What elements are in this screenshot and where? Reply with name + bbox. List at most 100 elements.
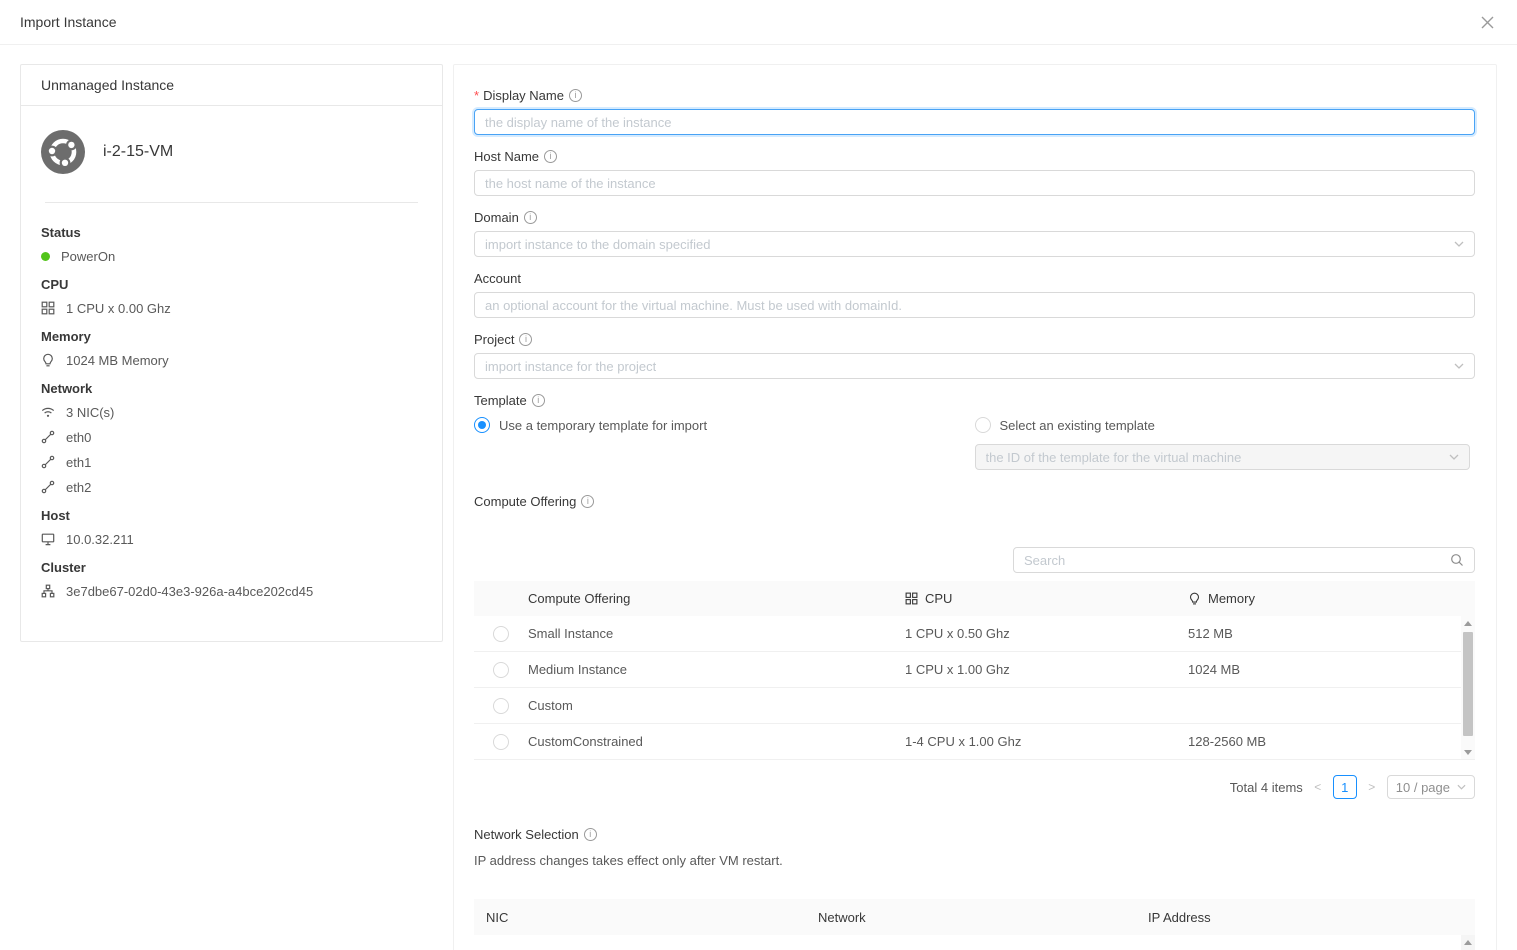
prev-page-icon[interactable]: < [1311,780,1325,794]
link-icon [41,455,55,469]
pagination: Total 4 items < 1 > 10 / page [474,775,1475,799]
search-icon[interactable] [1450,553,1464,567]
domain-label: Domain [474,210,519,225]
table-row[interactable]: Medium Instance 1 CPU x 1.00 Ghz 1024 MB [474,652,1475,688]
template-select-placeholder: the ID of the template for the virtual m… [986,450,1242,465]
scroll-up-icon[interactable] [1461,616,1475,630]
nic-count: 3 NIC(s) [66,405,114,420]
import-form: * Display Name i Host Name i Domain i [453,64,1497,950]
status-value: PowerOn [61,249,115,264]
interface-eth0: eth0 [66,430,91,445]
info-icon: i [519,333,532,346]
scroll-thumb[interactable] [1463,632,1473,736]
row-radio[interactable] [493,662,509,678]
scroll-down-icon[interactable] [1461,745,1475,759]
ubuntu-logo-icon [41,130,85,174]
col-ip-address: IP Address [1136,910,1475,925]
domain-placeholder: import instance to the domain specified [485,237,710,252]
interface-eth1: eth1 [66,455,91,470]
interface-eth2: eth2 [66,480,91,495]
network-section: Network 3 NIC(s) [41,381,422,495]
table-scrollbar[interactable] [1461,616,1475,759]
search-input[interactable] [1024,553,1450,568]
chevron-down-icon [1449,454,1459,460]
offerings-table: Compute Offering CPU [474,581,1475,760]
table-row[interactable]: Custom [474,688,1475,724]
table-row[interactable]: CustomConstrained 1-4 CPU x 1.00 Ghz 128… [474,724,1475,760]
row-radio[interactable] [493,626,509,642]
radio-icon[interactable] [474,417,490,433]
template-label: Template [474,393,527,408]
radio-temporary-template[interactable]: Use a temporary template for import [474,414,975,436]
offerings-table-header: Compute Offering CPU [474,581,1475,616]
chevron-down-icon [1454,363,1464,369]
status-section: Status PowerOn [41,225,422,264]
info-icon: i [569,89,582,102]
memory-section: Memory 1024 MB Memory [41,329,422,368]
cpu-label: CPU [41,277,422,292]
cpu-section: CPU 1 CPU x 0.00 Ghz [41,277,422,316]
table-row[interactable]: Small Instance 1 CPU x 0.50 Ghz 512 MB [474,616,1475,652]
cpu-value: 1 CPU x 0.00 Ghz [66,301,171,316]
template-select: the ID of the template for the virtual m… [975,444,1470,470]
nic-row: Network adapter 1 mac: 02:00:24:a9:00:07… [474,935,1475,950]
offering-memory: 128-2560 MB [1188,734,1475,749]
network-selection-label: Network Selection [474,827,579,842]
table-scrollbar[interactable] [1461,935,1475,950]
scroll-up-icon[interactable] [1461,935,1475,949]
row-radio[interactable] [493,734,509,750]
network-selection-section: Network Selection i IP address changes t… [474,825,1475,950]
col-cpu: CPU [925,591,952,606]
status-label: Status [41,225,422,240]
network-selection-note: IP address changes takes effect only aft… [474,853,1475,868]
offering-search[interactable] [1013,547,1475,573]
offerings-table-body: Small Instance 1 CPU x 0.50 Ghz 512 MB M… [474,616,1475,760]
host-name-label: Host Name [474,149,539,164]
offering-memory: 1024 MB [1188,662,1475,677]
close-icon[interactable] [1475,10,1499,34]
offering-name: Custom [528,698,905,713]
host-name-input[interactable] [474,170,1475,196]
domain-select[interactable]: import instance to the domain specified [474,231,1475,257]
info-icon: i [581,495,594,508]
account-label: Account [474,271,521,286]
nic-table-header: NIC Network IP Address [474,899,1475,935]
col-nic: NIC [474,910,806,925]
page-number[interactable]: 1 [1333,775,1357,799]
import-instance-modal: Import Instance Unmanaged Instance [0,0,1517,950]
host-section: Host 10.0.32.211 [41,508,422,547]
project-label: Project [474,332,514,347]
next-page-icon[interactable]: > [1365,780,1379,794]
modal-title: Import Instance [20,14,117,30]
radio-existing-template[interactable]: Select an existing template [975,414,1476,436]
modal-body: Unmanaged Instance [0,45,1517,950]
modal-header: Import Instance [0,0,1517,45]
offering-cpu: 1-4 CPU x 1.00 Ghz [905,734,1188,749]
page-size-select[interactable]: 10 / page [1387,775,1475,799]
monitor-icon [41,532,55,546]
display-name-label: Display Name [483,88,564,103]
offering-name: CustomConstrained [528,734,905,749]
memory-bulb-icon [41,353,55,367]
offering-name: Small Instance [528,626,905,641]
cluster-value: 3e7dbe67-02d0-43e3-926a-a4bce202cd45 [66,584,313,599]
account-input[interactable] [474,292,1475,318]
info-icon: i [532,394,545,407]
vm-name: i-2-15-VM [103,143,173,161]
host-label: Host [41,508,422,523]
col-network: Network [806,910,1136,925]
memory-value: 1024 MB Memory [66,353,169,368]
row-radio[interactable] [493,698,509,714]
wifi-icon [41,405,55,419]
display-name-input[interactable] [474,109,1475,135]
radio-temporary-template-label: Use a temporary template for import [499,418,707,433]
project-select[interactable]: import instance for the project [474,353,1475,379]
radio-icon[interactable] [975,417,991,433]
radio-existing-template-label: Select an existing template [1000,418,1155,433]
chevron-down-icon [1457,784,1466,790]
cluster-section: Cluster 3e7dbe67-02d0-43e3-926a-a4bce202… [41,560,422,599]
nic-table: NIC Network IP Address Network adapter 1… [474,899,1475,950]
offering-name: Medium Instance [528,662,905,677]
memory-label: Memory [41,329,422,344]
info-icon: i [524,211,537,224]
